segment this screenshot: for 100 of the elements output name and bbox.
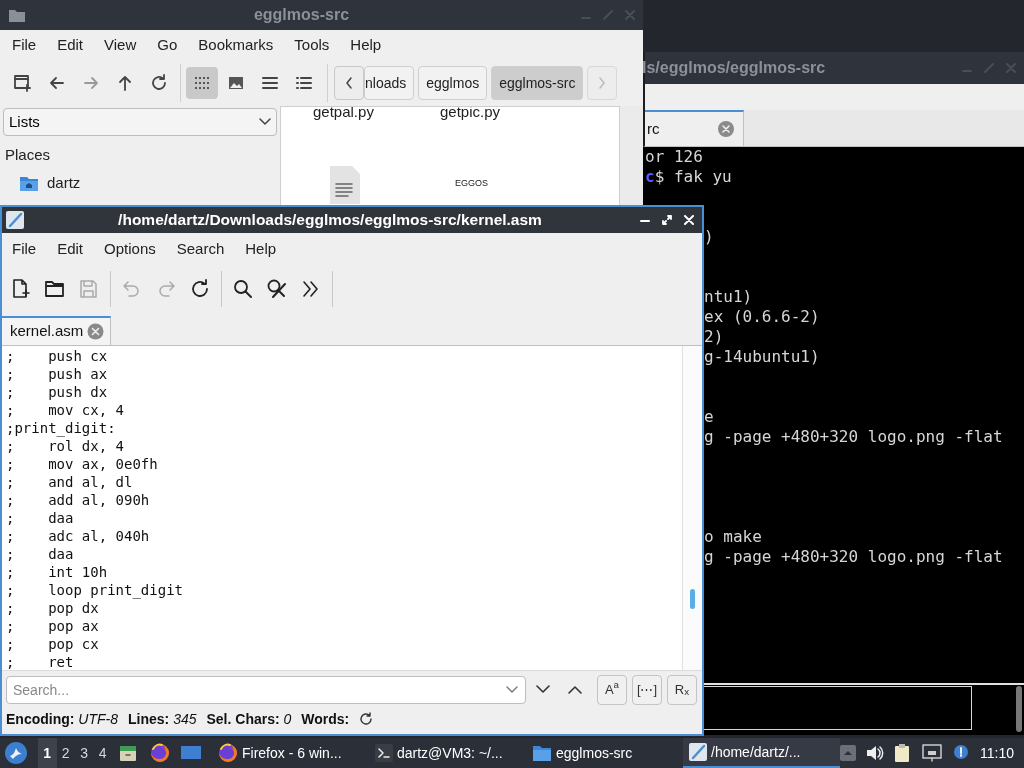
workspace-button[interactable]: 1 [38, 738, 57, 768]
workspace-button[interactable]: 2 [56, 738, 75, 768]
breadcrumb-button[interactable]: nloads [364, 66, 415, 100]
find-replace-icon[interactable] [265, 277, 289, 301]
chevron-down-icon [536, 685, 550, 694]
terminal-tab[interactable]: rc [645, 110, 744, 146]
menu-item[interactable]: Help [245, 238, 277, 261]
scrollbar-thumb[interactable] [690, 589, 695, 609]
volume-icon[interactable] [866, 745, 884, 761]
menu-item[interactable]: Bookmarks [198, 33, 274, 57]
code-line: ; push cx [6, 347, 109, 365]
code-line: ; mov cx, 4 [6, 401, 125, 419]
search-icon[interactable] [231, 277, 255, 301]
desktop-icon[interactable] [180, 744, 202, 762]
breadcrumb-button[interactable]: egglmos [418, 66, 488, 100]
code-line: ; and al, dl [6, 473, 134, 491]
terminal-line: g -page +480+320 logo.png -flat [704, 427, 1003, 447]
close-tab-icon[interactable] [87, 323, 105, 340]
workspace-button[interactable]: 4 [93, 738, 112, 768]
taskbar-button[interactable]: egglmos-src [526, 738, 683, 768]
scrollbar-track[interactable] [620, 106, 643, 206]
breadcrumb-button[interactable]: egglmos-src [491, 66, 584, 100]
workspace-button[interactable]: 3 [75, 738, 94, 768]
window-title: egglmos-src [252, 5, 351, 25]
menu-item[interactable]: File [12, 238, 37, 261]
taskbar-button[interactable]: /home/dartz/... [683, 738, 840, 768]
code-line: ; mov ax, 0e0fh [6, 455, 159, 473]
terminal-input[interactable] [704, 686, 972, 730]
status-item: Sel. Chars: 0 [206, 709, 292, 729]
fox-globe-icon[interactable] [150, 743, 170, 763]
code-line: ; daa [6, 545, 75, 563]
chevron-right-icon [597, 76, 608, 90]
editor-app-icon [6, 211, 24, 229]
terminal-line: g -page +480+320 logo.png -flat [704, 547, 1003, 567]
thumbnail-text: EGGOS [455, 177, 488, 190]
search-option-toggle[interactable]: A$^{a}$ [597, 674, 627, 705]
status-item: Words: [301, 709, 350, 729]
code-line: ; ret [6, 653, 75, 670]
code-line: ; adc al, 040h [6, 527, 151, 545]
code-line: ;print_digit: [6, 419, 117, 437]
menu-item[interactable]: Options [104, 238, 156, 261]
document-icon[interactable] [328, 164, 362, 204]
chevron-down-icon[interactable] [506, 685, 518, 694]
code-line: ; int 10h [6, 563, 109, 581]
menu-item[interactable]: Edit [57, 33, 84, 57]
menu-item[interactable]: Help [350, 33, 382, 57]
place-item[interactable]: dartz [47, 171, 81, 194]
code-line: ; daa [6, 509, 75, 527]
status-item: Encoding: UTF-8 [6, 709, 118, 729]
chevron-left-icon [344, 76, 354, 90]
search-option-toggle[interactable]: [⋯] [632, 674, 662, 705]
file-tab[interactable]: kernel.asm [2, 316, 112, 345]
terminal-line: c$ fak yu [645, 167, 732, 187]
clock: 11:10 [980, 743, 1014, 763]
menu-item[interactable]: Go [157, 33, 178, 57]
code-line: ; loop print_digit [6, 581, 184, 599]
search-option-toggle[interactable]: R$_{x}$ [667, 674, 697, 705]
terminal-line: 2) [704, 327, 724, 347]
terminal-line: ex (0.6.6-2) [704, 307, 820, 327]
taskbar-button[interactable]: dartz@VM3: ~/... [369, 738, 526, 768]
status-item: Lines: 345 [128, 709, 197, 729]
code-line: ; pop dx [6, 599, 100, 617]
new-tab-icon [12, 72, 34, 94]
window-title: ls/egglmos/egglmos-src [643, 58, 826, 78]
terminal-line: o make [704, 527, 762, 547]
network-icon[interactable] [922, 744, 942, 762]
start-menu-icon[interactable] [4, 741, 28, 765]
places-dropdown[interactable]: Lists [3, 108, 277, 136]
terminal-line: ) [704, 227, 714, 247]
file-cabinet-icon[interactable] [118, 743, 138, 763]
file-name[interactable]: getpic.py [440, 107, 501, 124]
folder-icon [532, 744, 552, 762]
menu-item[interactable]: Edit [57, 238, 84, 261]
notification-icon[interactable] [952, 744, 970, 762]
fox-globe-icon [218, 743, 238, 763]
code-line: ; pop ax [6, 617, 100, 635]
taskbar-button[interactable]: Firefox - 6 win... [212, 738, 369, 768]
menu-item[interactable]: Search [176, 238, 225, 261]
section-heading: Places [5, 145, 52, 165]
terminal-line: ntu1) [704, 287, 753, 307]
code-line: ; add al, 090h [6, 491, 151, 509]
close-tab-icon[interactable] [717, 120, 735, 138]
terminal-line: e [704, 407, 714, 427]
show-hidden-icon[interactable] [840, 745, 856, 761]
code-line: ; pop cx [6, 635, 100, 653]
editor-app-icon [689, 743, 707, 761]
scrollbar-thumb[interactable] [1016, 686, 1022, 732]
search-field[interactable]: Search... [6, 675, 526, 704]
menu-item[interactable]: File [12, 33, 37, 57]
chevron-up-icon [568, 685, 582, 694]
code-line: ; rol dx, 4 [6, 437, 125, 455]
menu-item[interactable]: Tools [294, 33, 330, 57]
file-name[interactable]: getpal.py [313, 107, 374, 124]
code-line: ; push ax [6, 365, 109, 383]
refresh-icon[interactable] [359, 712, 374, 726]
clipboard-icon[interactable] [894, 743, 912, 763]
code-line: ; push dx [6, 383, 109, 401]
window-title: /home/dartz/Downloads/egglmos/egglmos-src/kernel.asm [117, 210, 543, 231]
menu-item[interactable]: View [104, 33, 137, 57]
grid-view-icon-button[interactable] [186, 67, 218, 99]
